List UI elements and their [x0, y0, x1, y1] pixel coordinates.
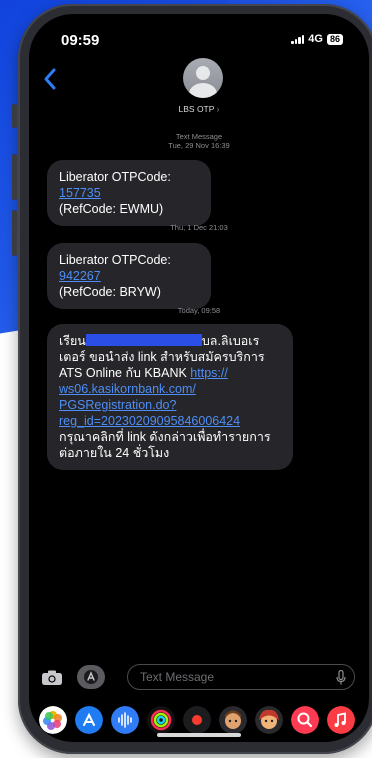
- message-3-line1-end: บล.ลิเบอเร: [201, 334, 260, 348]
- otp-code-link-1[interactable]: 157735: [59, 186, 101, 200]
- volume-down-button: [12, 210, 17, 256]
- contact-avatar[interactable]: [183, 58, 223, 98]
- memoji-2-icon[interactable]: [255, 706, 283, 734]
- fitness-icon[interactable]: [147, 706, 175, 734]
- message-3-line4: กรุณาคลิกที่ link ดังกล่าวเพื่อทำรายการ: [59, 430, 271, 444]
- registration-link-part4[interactable]: reg_id=20230209095846006424: [59, 413, 281, 429]
- photos-icon[interactable]: [39, 706, 67, 734]
- message-3-line3: ATS Online กับ KBANK https://: [59, 365, 281, 381]
- otp-code-link-2[interactable]: 942267: [59, 269, 101, 283]
- redacted-name: [85, 334, 202, 346]
- network-type: 4G: [308, 33, 323, 45]
- message-1-text: Liberator OTPCode:: [59, 170, 171, 184]
- audio-message-icon[interactable]: [111, 706, 139, 734]
- message-bubble-3[interactable]: เรียน บล.ลิเบอเร เตอร์ ขอนำส่ง link สำหรั…: [47, 324, 293, 470]
- message-3-line3-text: ATS Online กับ KBANK: [59, 366, 191, 380]
- message-2-line1: Liberator OTPCode: 942267: [59, 252, 199, 284]
- registration-link-part2[interactable]: ws06.kasikornbank.com/: [59, 381, 281, 397]
- contact-name[interactable]: LBS OTP ›: [29, 104, 369, 114]
- battery-icon: 86: [326, 33, 343, 45]
- message-bubble-2[interactable]: Liberator OTPCode: 942267 (RefCode: BRYW…: [47, 243, 211, 309]
- avatar-body: [189, 83, 217, 98]
- timestamp-1-line1: Text Message: [175, 132, 223, 141]
- message-2-refcode: (RefCode: BRYW): [59, 285, 161, 299]
- cellular-signal-icon: [291, 34, 305, 44]
- apps-icon: [84, 670, 98, 684]
- mute-switch: [12, 104, 17, 128]
- message-1-refcode: (RefCode: EWMU): [59, 202, 164, 216]
- message-input-placeholder: Text Message: [140, 670, 215, 684]
- message-2-text: Liberator OTPCode:: [59, 253, 171, 267]
- back-chevron-icon[interactable]: [43, 68, 57, 90]
- microphone-icon[interactable]: [336, 670, 346, 685]
- message-bubble-1[interactable]: Liberator OTPCode: 157735 (RefCode: EWMU…: [47, 160, 211, 226]
- app-store-button[interactable]: [77, 665, 105, 689]
- messages-screen: 09:59 4G 86 LBS OTP › Text Message Tue, …: [29, 14, 369, 742]
- status-indicators: 4G 86: [291, 33, 343, 45]
- music-icon[interactable]: [327, 706, 355, 734]
- record-icon[interactable]: [183, 706, 211, 734]
- message-3-line1: เรียน บล.ลิเบอเร: [59, 333, 281, 349]
- timestamp-2: Thu, 1 Dec 21:03: [170, 223, 228, 232]
- volume-up-button: [12, 154, 17, 200]
- timestamp-1: Text Message Tue, 29 Nov 16:39: [29, 132, 369, 150]
- app-store-icon[interactable]: [75, 706, 103, 734]
- contact-name-label: LBS OTP: [178, 104, 215, 114]
- message-3-line2: เตอร์ ขอนำส่ง link สำหรับสมัครบริการ: [59, 350, 265, 364]
- memoji-icon[interactable]: [219, 706, 247, 734]
- message-3-line5: ต่อภายใน 24 ชั่วโมง: [59, 446, 170, 460]
- status-time: 09:59: [61, 32, 100, 49]
- timestamp-3: Today, 09:58: [177, 306, 221, 315]
- search-images-icon[interactable]: [291, 706, 319, 734]
- timestamp-1-line2: Tue, 29 Nov 16:39: [168, 141, 230, 150]
- message-input[interactable]: Text Message: [127, 664, 355, 690]
- registration-link-part3[interactable]: PGSRegistration.do?: [59, 397, 281, 413]
- camera-icon[interactable]: [41, 670, 63, 686]
- contact-chevron-icon: ›: [216, 104, 220, 114]
- avatar-head: [196, 66, 210, 80]
- message-3-greeting: เรียน: [59, 334, 86, 348]
- message-1-line1: Liberator OTPCode: 157735: [59, 169, 199, 201]
- home-indicator[interactable]: [157, 733, 241, 737]
- registration-link-part1[interactable]: https://: [190, 366, 228, 380]
- compose-bar: Text Message: [29, 664, 369, 694]
